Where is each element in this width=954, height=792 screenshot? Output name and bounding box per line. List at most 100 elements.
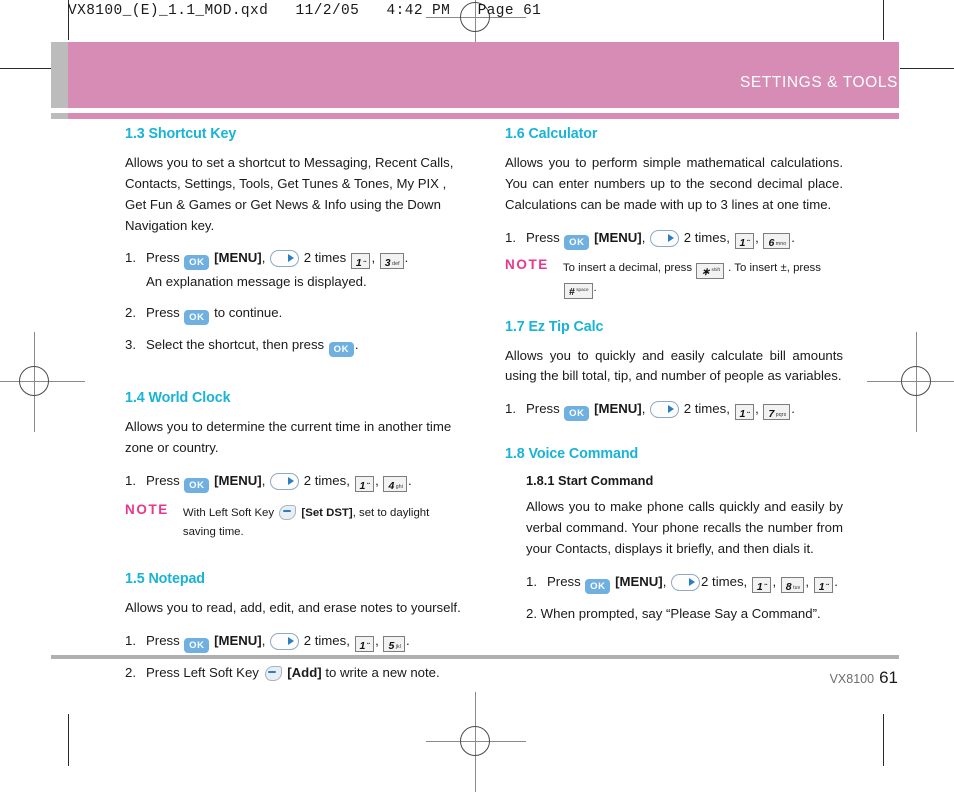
number-key-1-icon[interactable]: 1 •• [354,635,375,652]
repeat-count-label: 2 times, [303,632,350,648]
page-banner-strip [51,113,899,119]
section-heading-1-7: 1.7 Ez Tip Calc [505,318,604,335]
page-title: SETTINGS & TOOLS [739,74,898,91]
comma: , [805,573,810,589]
step-1-3-1: 1. Press OK [MENU], 2 times 1 ••, 3 def. A… [125,247,463,292]
ok-key-icon[interactable]: OK [184,309,210,325]
hash-key-icon[interactable]: # space [563,282,593,299]
crop-mark-bottom-left-vertical [68,714,69,766]
menu-label: [MENU] [214,250,262,266]
left-soft-key-icon[interactable] [279,504,297,520]
step-number: 1. [125,632,136,648]
step-press-label: Press [146,472,180,488]
ok-key-icon[interactable]: OK [585,578,611,594]
number-key-4-icon[interactable]: 4 ghi [383,475,408,492]
comma: , [755,229,759,245]
navigation-right-key-icon[interactable] [650,229,680,247]
step-1-3-3: 3. Select the shortcut, then press OK. [125,334,463,357]
left-soft-key-icon[interactable] [264,665,282,681]
subsection-heading-1-8-1: 1.8.1 Start Command [526,473,654,489]
crop-mark-top-right-vertical [883,0,884,40]
number-key-7-icon[interactable]: 7 pqrs [763,404,791,421]
repeat-count-label: 2 times, [683,401,730,417]
number-key-1-icon[interactable]: 1 •• [813,576,834,593]
step-number: 1. [505,229,516,245]
step-1-4-1: 1. Press OK [MENU], 2 times, 1 ••, 4 ghi. [125,470,463,493]
comma: , [755,401,759,417]
navigation-right-key-icon[interactable] [270,632,300,650]
step-press-label: Press [146,632,180,648]
number-key-1-icon[interactable]: 1 •• [354,475,375,492]
number-key-3-icon[interactable]: 3 def [379,253,404,270]
ok-key-icon[interactable]: OK [184,637,210,653]
step-1-6-1: 1. Press OK [MENU], 2 times, 1 ••, 6 mno. [505,227,843,250]
subsection-intro-1-8-1: Allows you to make phone calls quickly a… [526,499,843,557]
ok-key-icon[interactable]: OK [564,406,590,422]
period: . [354,336,359,352]
note-block-1-6: NOTE To insert a decimal, press ∗ shift .… [505,257,843,299]
section-heading-1-6: 1.6 Calculator [505,126,598,142]
comma: , [261,632,266,648]
note-text-1-6: To insert a decimal, press ∗ shift . To i… [563,257,843,299]
right-column: 1.6 Calculator Allows you to perform sim… [505,126,843,633]
ok-key-icon[interactable]: OK [184,255,210,271]
comma: , [662,573,667,589]
star-key-icon[interactable]: ∗ shift [696,262,724,279]
registration-mark-bottom [426,692,526,792]
section-intro-1-7: Allows you to quickly and easily calcula… [505,347,843,384]
step-1-3-2-text: to continue. [214,304,283,320]
note-text-middle: . To insert ±, press [728,261,821,274]
note-label: NOTE [125,501,169,517]
ok-key-icon[interactable]: OK [184,477,210,493]
set-dst-label: [Set DST] [301,506,353,519]
registration-mark-left [0,332,85,432]
navigation-right-key-icon[interactable] [650,401,680,419]
crop-mark-left-horizontal [0,68,52,69]
page-banner-gray-block [51,42,68,108]
number-key-1-icon[interactable]: 1 •• [751,576,772,593]
ok-key-icon[interactable]: OK [564,234,590,250]
crop-mark-bottom-right-vertical [883,714,884,766]
step-press-label: Press [146,304,180,320]
section-intro-1-6: Allows you to perform simple mathematica… [505,155,843,212]
step-1-5-2-text-before: Press Left Soft Key [146,664,259,680]
note-text-1-4: With Left Soft Key [Set DST], set to day… [183,502,463,543]
page-footer: VX8100 61 [830,668,898,688]
step-1-8-1-1: 1. Press OK [MENU], 2 times, 1 ••, 8 tuv, … [526,571,843,594]
period: . [834,573,838,589]
step-number: 1. [125,250,136,266]
ok-key-icon[interactable]: OK [328,341,354,357]
left-column: 1.3 Shortcut Key Allows you to set a sho… [125,126,463,692]
number-key-8-icon[interactable]: 8 tuv [780,576,805,593]
step-1-7-1: 1. Press OK [MENU], 2 times, 1 ••, 7 pqrs. [505,398,843,422]
note-label: NOTE [505,256,549,272]
section-intro-1-5: Allows you to read, add, edit, and erase… [125,599,461,615]
step-1-5-2-text-after: to write a new note. [325,664,440,680]
section-heading-1-3: 1.3 Shortcut Key [125,126,237,142]
section-intro-1-3: Allows you to set a shortcut to Messagin… [125,155,454,233]
section-heading-1-5: 1.5 Notepad [125,570,205,587]
number-key-1-icon[interactable]: 1 •• [734,232,755,249]
navigation-right-key-icon[interactable] [671,573,701,591]
step-press-label: Press [547,573,581,589]
number-key-5-icon[interactable]: 5 jkl [383,635,405,652]
period: . [408,472,412,488]
step-number: 1. [505,401,516,417]
step-press-label: Press [526,229,560,245]
number-key-6-icon[interactable]: 6 mno [763,232,791,249]
comma: , [375,632,379,648]
step-1-5-2: 2. Press Left Soft Key [Add] to write a … [125,662,463,683]
comma: , [261,250,266,266]
navigation-right-key-icon[interactable] [270,250,300,268]
navigation-right-key-icon[interactable] [270,472,300,490]
step-1-8-1-2: 2. When prompted, say “Please Say a Comm… [526,605,821,621]
step-press-label: Press [526,401,560,417]
section-intro-1-4: Allows you to determine the current time… [125,418,452,455]
crop-mark-right-horizontal [900,68,954,69]
number-key-1-icon[interactable]: 1 •• [734,404,755,421]
number-key-1-icon[interactable]: 1 •• [350,253,371,270]
period: . [791,229,795,245]
